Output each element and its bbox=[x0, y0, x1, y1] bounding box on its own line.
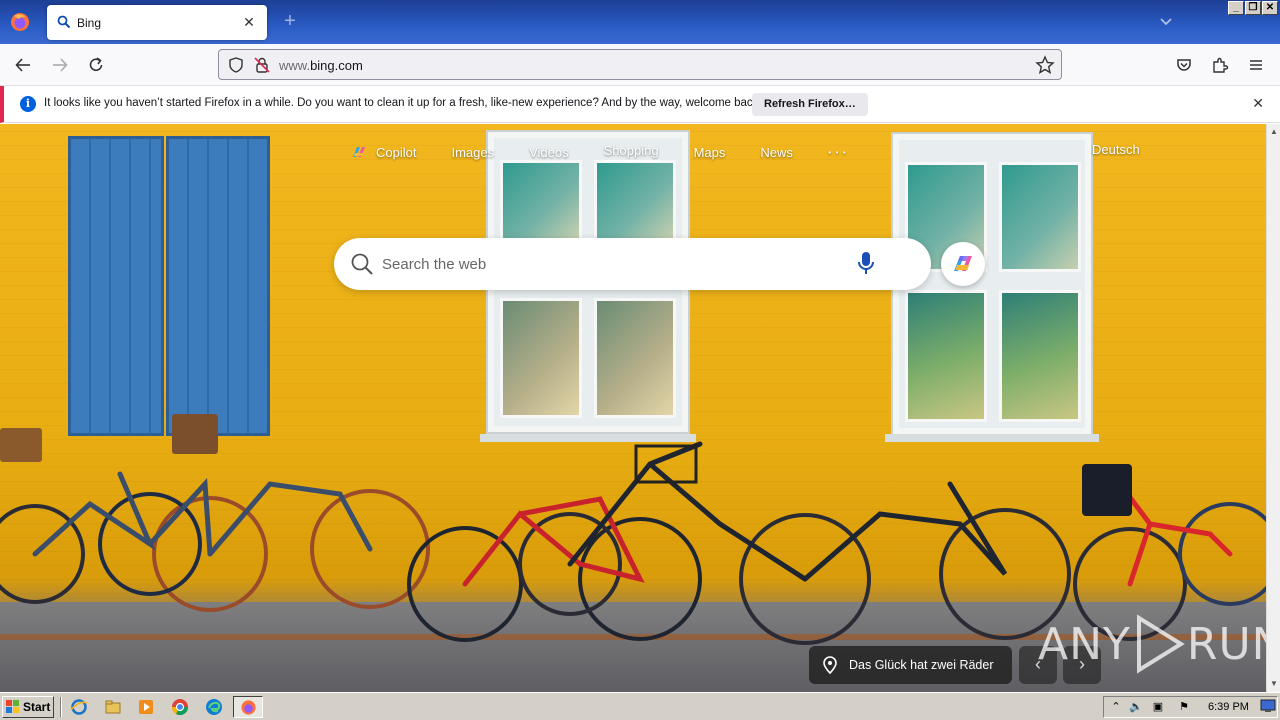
firefox-icon bbox=[241, 700, 256, 715]
taskbar-firefox-button[interactable] bbox=[233, 696, 263, 718]
scroll-down-icon[interactable]: ▼ bbox=[1269, 679, 1279, 689]
tab-title: Bing bbox=[77, 16, 102, 30]
watermark-text-right: RUN bbox=[1186, 618, 1266, 670]
nav-videos[interactable]: Videos bbox=[529, 145, 569, 160]
bookmark-star-icon[interactable] bbox=[1035, 55, 1055, 75]
restore-icon[interactable]: ❐ bbox=[1245, 1, 1261, 15]
nav-news[interactable]: News bbox=[760, 145, 793, 160]
nav-shopping[interactable]: Shopping bbox=[603, 143, 659, 162]
search-input[interactable] bbox=[382, 252, 842, 276]
clock[interactable]: 6:39 PM bbox=[1208, 701, 1249, 713]
url-prefix: www. bbox=[279, 58, 311, 73]
internet-explorer-icon[interactable] bbox=[70, 698, 88, 716]
start-label: Start bbox=[23, 700, 51, 714]
copilot-icon bbox=[353, 147, 365, 157]
navigation-toolbar: www.bing.com bbox=[0, 44, 1280, 86]
volume-icon[interactable]: 🔈 bbox=[1128, 700, 1144, 714]
notification-bar: i It looks like you haven’t started Fire… bbox=[0, 86, 1280, 123]
shield-icon[interactable] bbox=[227, 56, 245, 74]
bing-homepage: Copilot Images Videos Shopping Maps News… bbox=[0, 124, 1266, 692]
back-button[interactable] bbox=[10, 52, 36, 78]
app-menu-button[interactable] bbox=[1243, 52, 1269, 78]
window-right bbox=[893, 134, 1091, 434]
search-box[interactable] bbox=[334, 238, 931, 290]
play-logo-icon bbox=[1136, 614, 1185, 674]
microphone-icon[interactable] bbox=[856, 250, 876, 276]
search-icon bbox=[57, 15, 71, 29]
tab-bing[interactable]: Bing ✕ bbox=[47, 5, 267, 40]
taskbar: Start ⌃ 🔈 ▣ ⚑ 6:39 PM bbox=[0, 692, 1280, 720]
location-pin-icon bbox=[823, 656, 837, 674]
tab-strip: Bing ✕ + _ ❐ ✕ bbox=[0, 0, 1280, 44]
tray-expand-icon[interactable]: ⌃ bbox=[1108, 700, 1124, 714]
nav-maps[interactable]: Maps bbox=[694, 145, 726, 160]
image-caption[interactable]: Das Glück hat zwei Räder bbox=[809, 646, 1012, 684]
insecure-lock-icon[interactable] bbox=[253, 56, 271, 74]
watermark: ANY RUN bbox=[1038, 612, 1266, 676]
pocket-icon bbox=[1177, 59, 1191, 71]
media-player-icon[interactable] bbox=[137, 698, 155, 716]
url-text[interactable]: www.bing.com bbox=[279, 58, 363, 73]
start-button[interactable]: Start bbox=[2, 696, 54, 718]
new-tab-icon[interactable]: + bbox=[280, 11, 300, 32]
bing-top-nav: Copilot Images Videos Shopping Maps News… bbox=[350, 142, 885, 162]
language-link[interactable]: Deutsch bbox=[1092, 142, 1140, 157]
show-desktop-icon[interactable] bbox=[1260, 699, 1276, 713]
nav-images[interactable]: Images bbox=[451, 145, 494, 160]
arrow-right-icon bbox=[53, 58, 68, 72]
address-bar[interactable]: www.bing.com bbox=[218, 49, 1062, 80]
taskbar-separator bbox=[60, 697, 62, 717]
scroll-up-icon[interactable]: ▲ bbox=[1269, 127, 1279, 137]
info-icon: i bbox=[20, 96, 36, 112]
forward-button[interactable] bbox=[47, 52, 73, 78]
url-domain: bing.com bbox=[310, 58, 363, 73]
copilot-button[interactable] bbox=[941, 242, 985, 286]
hamburger-menu-icon bbox=[1250, 60, 1262, 70]
blue-shutter-left bbox=[68, 136, 164, 436]
minimize-icon[interactable]: _ bbox=[1228, 1, 1244, 15]
nav-copilot[interactable]: Copilot bbox=[350, 143, 416, 161]
nav-copilot-label: Copilot bbox=[376, 144, 417, 160]
pocket-button[interactable] bbox=[1171, 52, 1197, 78]
window-close-icon[interactable]: ✕ bbox=[1262, 1, 1278, 15]
image-caption-text: Das Glück hat zwei Räder bbox=[849, 658, 994, 672]
close-icon[interactable]: ✕ bbox=[239, 12, 259, 32]
close-icon[interactable]: ✕ bbox=[1252, 95, 1264, 112]
network-icon[interactable]: ▣ bbox=[1150, 700, 1166, 714]
page-scrollbar[interactable]: ▲ ▼ bbox=[1266, 124, 1280, 692]
chevron-down-icon[interactable] bbox=[1156, 12, 1176, 32]
more-menu-icon[interactable]: ··· bbox=[828, 145, 850, 160]
chrome-icon[interactable] bbox=[171, 698, 189, 716]
edge-icon[interactable] bbox=[205, 698, 223, 716]
notification-message: It looks like you haven’t started Firefo… bbox=[44, 97, 762, 109]
reload-button[interactable] bbox=[83, 52, 109, 78]
puzzle-icon bbox=[1213, 57, 1229, 73]
search-icon bbox=[351, 253, 373, 275]
action-center-flag-icon[interactable]: ⚑ bbox=[1176, 700, 1192, 714]
windows-logo-icon bbox=[6, 700, 19, 713]
extensions-button[interactable] bbox=[1207, 52, 1233, 78]
reload-icon bbox=[89, 57, 103, 71]
file-explorer-icon[interactable] bbox=[104, 698, 122, 716]
blue-shutter-right bbox=[166, 136, 270, 436]
copilot-icon bbox=[954, 256, 972, 271]
firefox-menu-icon[interactable] bbox=[8, 10, 32, 34]
system-tray: ⌃ 🔈 ▣ ⚑ 6:39 PM bbox=[1103, 696, 1278, 718]
refresh-firefox-button[interactable]: Refresh Firefox… bbox=[752, 93, 868, 116]
arrow-left-icon bbox=[15, 58, 30, 72]
watermark-text-left: ANY bbox=[1038, 618, 1131, 670]
